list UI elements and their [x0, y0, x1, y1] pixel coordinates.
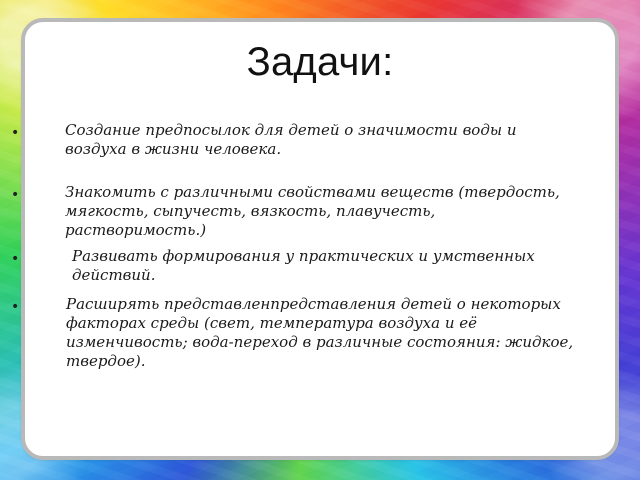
bullet-marker: •: [11, 251, 20, 267]
bullet-text: Знакомить с различными свойствами вещест…: [65, 183, 560, 239]
bullet-text: Развивать формирования у практических и …: [72, 247, 535, 284]
bullet-list: • Создание предпосылок для детей о значи…: [11, 22, 615, 456]
bullet-marker: •: [11, 299, 20, 315]
bullet-text: Расширять представленпредставления детей…: [66, 295, 574, 370]
bullet-marker: •: [11, 187, 20, 203]
slide-panel: Задачи: • Создание предпосылок для детей…: [11, 18, 619, 460]
bullet-text: Создание предпосылок для детей о значимо…: [65, 121, 517, 158]
bullet-marker: •: [11, 125, 20, 141]
